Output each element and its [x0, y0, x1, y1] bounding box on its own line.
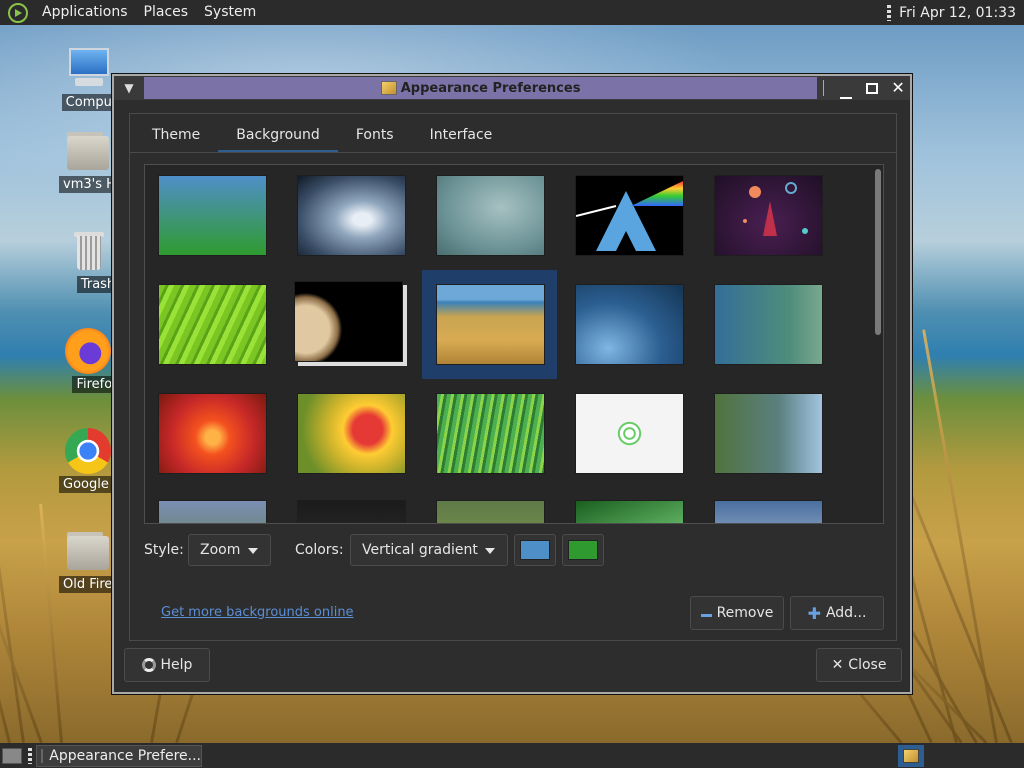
taskbar-item-label: Appearance Prefere...	[49, 747, 201, 764]
clock[interactable]: Fri Apr 12, 01:33	[899, 5, 1024, 21]
add-label: Add...	[825, 605, 867, 621]
style-label: Style:	[144, 542, 184, 558]
panel-handle-icon[interactable]	[887, 4, 892, 21]
tab-divider	[130, 152, 896, 153]
tab-interface[interactable]: Interface	[412, 122, 511, 152]
remove-button[interactable]: Remove	[690, 596, 784, 630]
wallpaper-thumbnail[interactable]	[575, 175, 684, 256]
tab-bar: Theme Background Fonts Interface	[134, 122, 510, 152]
wallpaper-thumbnail[interactable]	[158, 500, 267, 523]
style-value: Zoom	[200, 542, 241, 558]
tab-background[interactable]: Background	[218, 122, 338, 152]
window-menu-chevron-down-icon[interactable]: ▼	[114, 81, 144, 95]
wallpaper-thumbnail[interactable]	[158, 393, 267, 474]
primary-color-button[interactable]	[514, 534, 556, 566]
minus-icon	[700, 605, 712, 621]
minimize-icon	[840, 97, 853, 99]
appearance-tray-icon	[903, 748, 919, 763]
notebook: Theme Background Fonts Interface Style: …	[129, 113, 897, 641]
home-folder-icon	[65, 128, 111, 174]
trash-icon	[65, 228, 111, 274]
add-button[interactable]: ✚ Add...	[790, 596, 884, 630]
wallpaper-thumbnail[interactable]	[297, 500, 406, 523]
tray-appearance[interactable]	[898, 744, 924, 767]
wallpaper-thumbnail[interactable]	[436, 175, 545, 256]
wallpaper-thumbnail[interactable]	[714, 284, 823, 365]
wallpaper-thumbnail[interactable]	[575, 284, 684, 365]
wallpaper-thumbnail-selected[interactable]	[436, 284, 545, 365]
wallpaper-thumbnail[interactable]	[436, 500, 545, 523]
window-title-strip[interactable]: Appearance Preferences	[143, 77, 818, 99]
wallpaper-thumbnail[interactable]	[714, 175, 823, 256]
minimize-button[interactable]	[834, 77, 858, 99]
colors-label: Colors:	[295, 542, 344, 558]
style-dropdown[interactable]: Zoom	[188, 534, 271, 566]
tab-theme[interactable]: Theme	[134, 122, 218, 152]
firefox-icon	[65, 328, 111, 374]
wallpaper-thumbnail[interactable]	[297, 393, 406, 474]
top-panel: Applications Places System Fri Apr 12, 0…	[0, 0, 1024, 25]
wallpaper-thumbnail[interactable]	[158, 284, 267, 365]
more-backgrounds-link[interactable]: Get more backgrounds online	[161, 605, 354, 620]
secondary-color-swatch	[568, 540, 598, 560]
tab-fonts[interactable]: Fonts	[338, 122, 412, 152]
wallpaper-thumbnail[interactable]	[714, 393, 823, 474]
appearance-app-icon	[41, 748, 44, 763]
menu-applications[interactable]: Applications	[34, 0, 136, 25]
taskbar-item-appearance[interactable]: Appearance Prefere...	[36, 744, 202, 767]
mate-logo-icon[interactable]	[8, 2, 28, 23]
close-icon: ✕	[831, 657, 844, 673]
close-icon: ✕	[891, 78, 905, 97]
titlebar-separator	[823, 80, 825, 96]
wallpaper-thumbnail[interactable]	[575, 500, 684, 523]
maximize-button[interactable]	[860, 77, 884, 99]
space-art	[743, 182, 808, 236]
wallpaper-thumbnail[interactable]	[294, 281, 403, 362]
chevron-down-icon	[485, 548, 495, 554]
close-label: Close	[848, 657, 887, 673]
chevron-down-icon	[248, 548, 258, 554]
help-label: Help	[160, 657, 193, 673]
window-title: Appearance Preferences	[400, 80, 581, 96]
help-icon	[141, 658, 156, 672]
panel-handle-icon[interactable]	[28, 747, 32, 764]
arch-prism-art	[576, 181, 683, 251]
appearance-app-icon	[380, 81, 397, 95]
folder-icon	[65, 528, 111, 574]
window-titlebar[interactable]: ▼ Appearance Preferences ✕	[114, 76, 910, 100]
colors-dropdown[interactable]: Vertical gradient	[350, 534, 508, 566]
wallpaper-thumbnail[interactable]	[714, 500, 823, 523]
gallery-scrollbar[interactable]	[875, 169, 881, 335]
background-gallery[interactable]	[144, 164, 884, 524]
colors-value: Vertical gradient	[362, 542, 478, 558]
menu-system[interactable]: System	[196, 0, 264, 25]
chrome-icon	[65, 428, 111, 474]
close-button[interactable]: ✕ Close	[816, 648, 902, 682]
primary-color-swatch	[520, 540, 550, 560]
help-button[interactable]: Help	[124, 648, 210, 682]
menu-places[interactable]: Places	[136, 0, 197, 25]
appearance-preferences-window: ▼ Appearance Preferences ✕ Theme Backgro…	[112, 74, 912, 694]
wallpaper-thumbnail[interactable]	[158, 175, 267, 256]
plus-icon: ✚	[807, 603, 821, 623]
maximize-icon	[866, 83, 879, 94]
secondary-color-button[interactable]	[562, 534, 604, 566]
bottom-panel: Appearance Prefere...	[0, 743, 1024, 768]
wallpaper-thumbnail[interactable]	[297, 175, 406, 256]
wallpaper-thumbnail[interactable]	[575, 393, 684, 474]
show-desktop-icon[interactable]	[2, 747, 22, 764]
remove-label: Remove	[716, 605, 774, 621]
close-window-button[interactable]: ✕	[886, 77, 910, 99]
computer-icon	[65, 46, 111, 92]
wallpaper-thumbnail[interactable]	[436, 393, 545, 474]
